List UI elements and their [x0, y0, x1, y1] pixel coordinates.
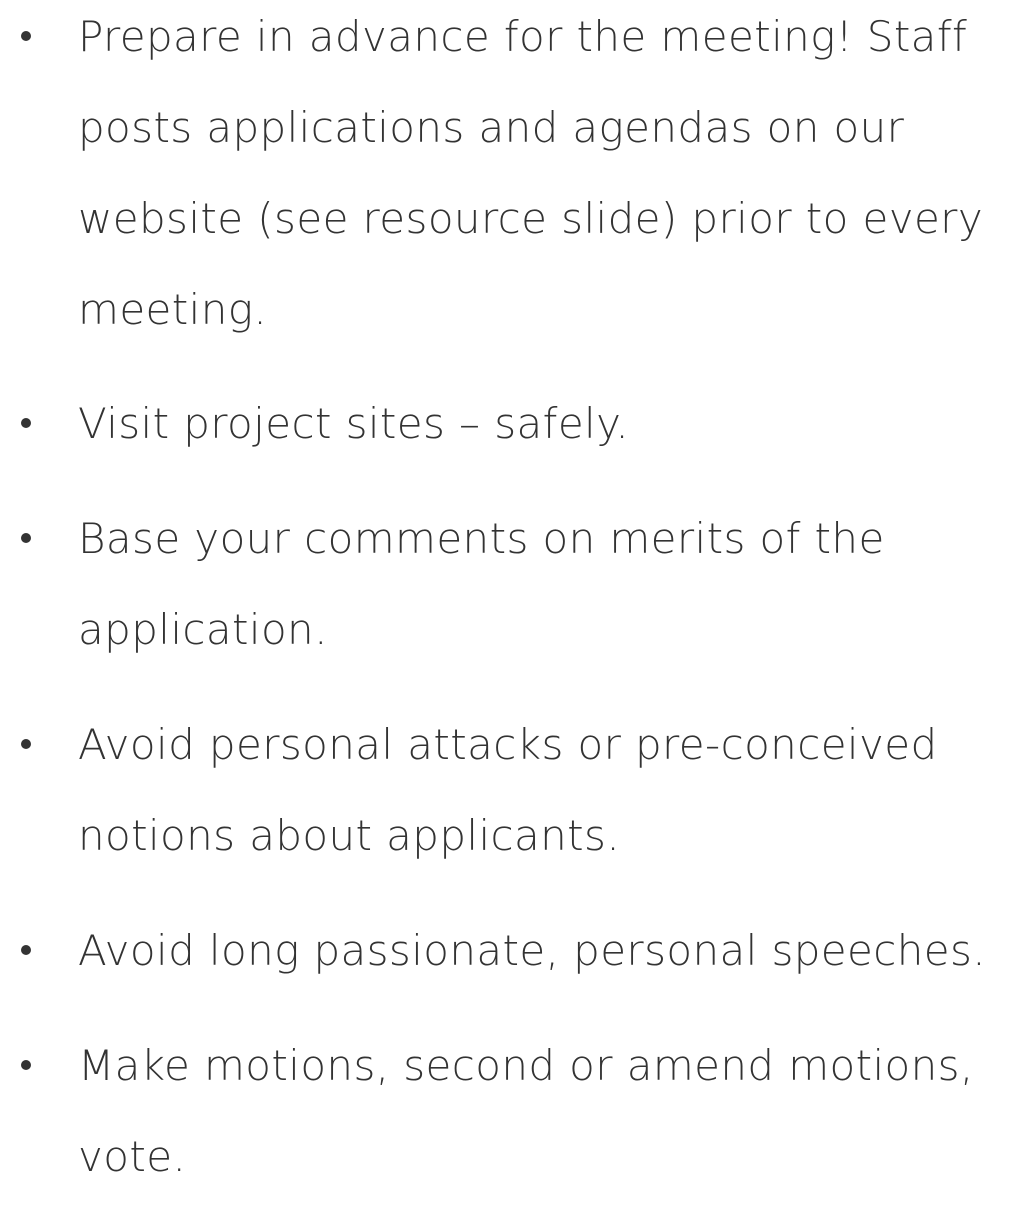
bullet-item-base: Base your comments on merits of the appl… [0, 493, 1017, 675]
bullet-line: Make motions, second or amend motions, [78, 1041, 974, 1090]
bullet-line: Visit project sites – safely. [78, 399, 630, 448]
bullet-item-visit: Visit project sites – safely. [0, 378, 1017, 469]
bullet-line: meeting. [78, 285, 268, 334]
slide: Prepare in advance for the meeting! Staf… [0, 0, 1017, 1181]
bullet-line: Avoid personal attacks or pre-conceived [78, 720, 938, 769]
bullet-dot-icon [21, 739, 31, 749]
bullet-dot-icon [21, 1060, 31, 1070]
bullet-line: website (see resource slide) prior to ev… [78, 194, 984, 243]
bullet-line: vote. [78, 1132, 187, 1181]
bullet-line: Prepare in advance for the meeting! Staf… [78, 12, 968, 61]
bullet-dot-icon [21, 533, 31, 543]
bullet-dot-icon [21, 31, 31, 41]
bullet-line: Avoid long passionate, personal speeches… [78, 926, 987, 975]
bullet-line: notions about applicants. [78, 811, 621, 860]
bullet-line: Base your comments on merits of the [78, 514, 885, 563]
bullet-item-avoid-speeches: Avoid long passionate, personal speeches… [0, 905, 1017, 996]
bullet-list: Prepare in advance for the meeting! Staf… [0, 0, 1017, 1211]
bullet-line: posts applications and agendas on our [78, 103, 905, 152]
bullet-dot-icon [21, 945, 31, 955]
bullet-line: application. [78, 605, 328, 654]
bullet-dot-icon [21, 418, 31, 428]
bullet-item-motions: Make motions, second or amend motions, v… [0, 1020, 1017, 1202]
bullet-item-avoid-attacks: Avoid personal attacks or pre-conceived … [0, 699, 1017, 881]
bullet-item-prepare: Prepare in advance for the meeting! Staf… [0, 0, 1017, 355]
